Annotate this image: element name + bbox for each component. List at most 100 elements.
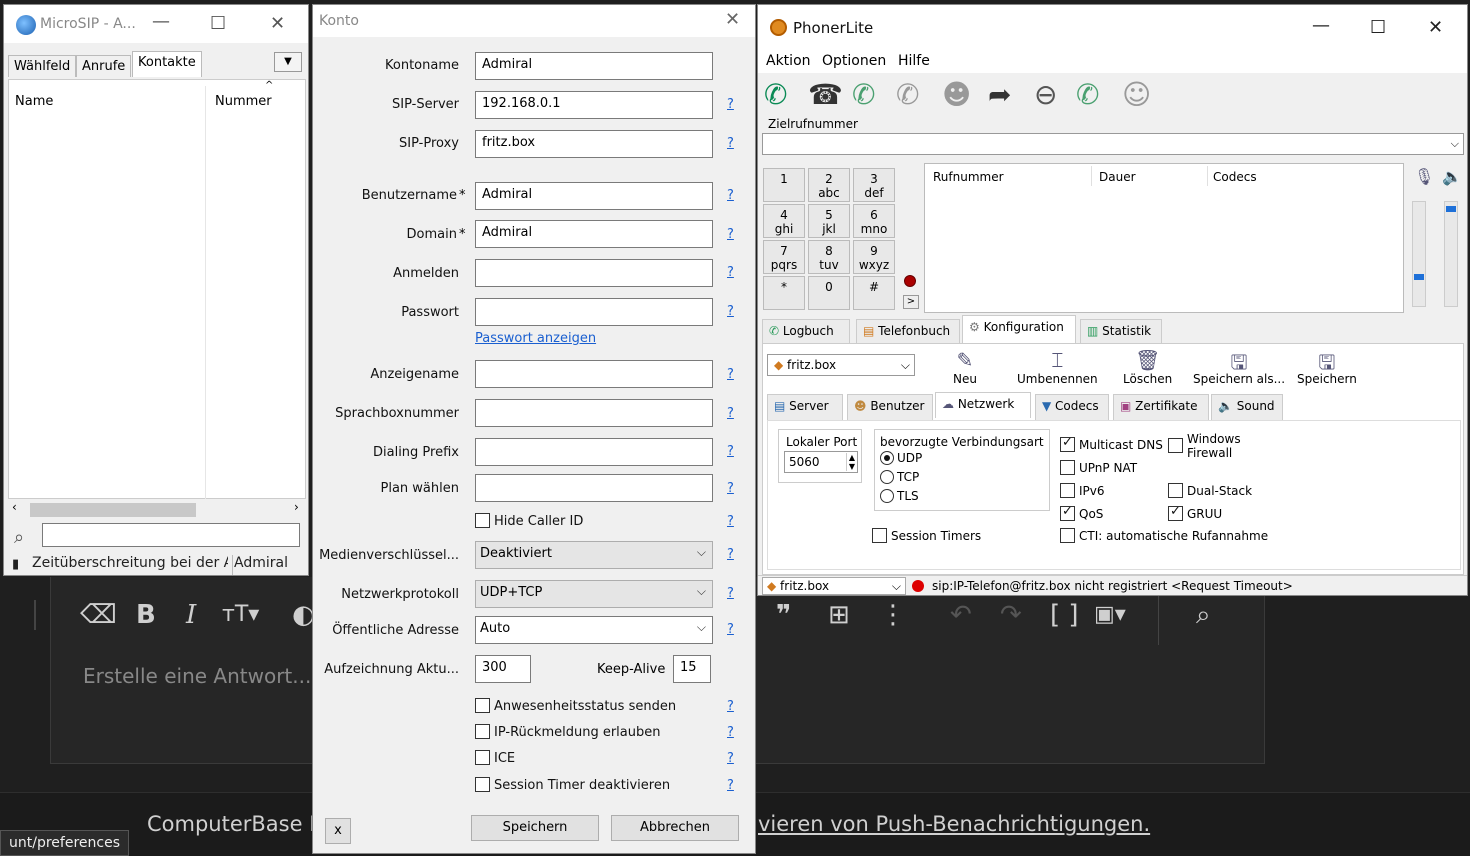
checkbox-box[interactable] [1060, 435, 1075, 452]
dual-stack-checkbox[interactable]: Dual-Stack [1168, 483, 1252, 498]
kontoname-field[interactable]: Admiral [475, 52, 713, 80]
qos-checkbox[interactable]: QoS [1060, 504, 1103, 521]
help-medien[interactable]: ? [727, 547, 734, 562]
umbenennen-button[interactable]: ⌶ Umbenennen [1017, 348, 1098, 386]
preview-icon[interactable]: ⌕ [1196, 598, 1211, 632]
italic-icon[interactable]: I [186, 598, 196, 632]
neu-button[interactable]: ✎ Neu [953, 348, 977, 386]
eraser-icon[interactable]: ⌫ [80, 598, 117, 632]
column-header-dauer[interactable]: Dauer [1099, 170, 1136, 184]
column-header-codecs[interactable]: Codecs [1213, 170, 1257, 184]
radio-button[interactable] [880, 470, 894, 484]
search-input[interactable] [42, 523, 300, 547]
help-ice[interactable]: ? [727, 751, 734, 766]
more-icon[interactable]: ⋮ [880, 598, 906, 632]
help-anzeigename[interactable]: ? [727, 367, 734, 382]
benutzername-field[interactable]: Admiral [475, 182, 713, 210]
column-header-name[interactable]: Name [15, 94, 53, 109]
column-header-rufnummer[interactable]: Rufnummer [933, 170, 1004, 184]
upnp-nat-checkbox[interactable]: UPnP NAT [1060, 460, 1137, 475]
key-1[interactable]: 1 [763, 168, 805, 202]
cancel-button[interactable]: Abbrechen [611, 815, 739, 841]
session-timers-checkbox[interactable]: Session Timers [872, 528, 981, 543]
checkbox-box[interactable] [475, 750, 490, 765]
ice-checkbox[interactable]: ICE [475, 750, 515, 766]
keep-alive-field[interactable]: 15 [673, 655, 711, 683]
radio-tls[interactable]: TLS [880, 489, 919, 503]
maximize-icon[interactable]: ☐ [210, 13, 226, 34]
scroll-thumb[interactable] [30, 503, 196, 517]
close-icon[interactable]: ✕ [725, 9, 740, 30]
windows-firewall-checkbox[interactable]: Windows Firewall [1168, 432, 1241, 460]
subtab-codecs[interactable]: ▼ Codecs [1035, 394, 1109, 420]
dialing-prefix-field[interactable] [475, 438, 713, 466]
key-2[interactable]: 2 abc [808, 168, 850, 202]
menu-aktion[interactable]: Aktion [766, 53, 811, 69]
netzwerkprotokoll-select[interactable]: UDP+TCP ⌵ [475, 580, 713, 608]
key-8[interactable]: 8 tuv [808, 240, 850, 274]
show-password-link[interactable]: Passwort anzeigen [475, 331, 596, 346]
key-6[interactable]: 6 mno [853, 204, 895, 238]
help-domain[interactable]: ? [727, 227, 734, 242]
hold-icon[interactable]: ✆ [896, 77, 919, 113]
speaker-mute-icon[interactable]: 🔈 [1442, 167, 1462, 186]
reject-icon[interactable]: ⊖ [1034, 77, 1057, 113]
radio-button[interactable] [880, 489, 894, 503]
checkbox-box[interactable] [1168, 504, 1183, 521]
loeschen-button[interactable]: 🗑 Löschen [1123, 348, 1172, 386]
microphone-mute-icon[interactable]: 🎙 [1414, 167, 1434, 186]
multicast-dns-checkbox[interactable]: Multicast DNS [1060, 435, 1163, 452]
microphone-volume-slider[interactable] [1412, 201, 1426, 307]
tab-menu-dropdown-icon[interactable]: ▼ [274, 52, 302, 72]
sprachboxnummer-field[interactable] [475, 399, 713, 427]
contacts-list[interactable]: Name Nummer ^ [8, 79, 306, 500]
menu-hilfe[interactable]: Hilfe [898, 53, 930, 69]
help-ip-rueckmeldung[interactable]: ? [727, 725, 734, 740]
hide-caller-id-checkbox[interactable]: Hide Caller ID [475, 513, 583, 529]
scroll-left-icon[interactable]: ‹ [12, 500, 17, 514]
close-icon[interactable]: ✕ [270, 13, 285, 34]
key-star[interactable]: * [763, 276, 805, 310]
status-account-select[interactable]: ◆ fritz.box ⌵ [762, 577, 906, 595]
tab-anrufe[interactable]: Anrufe [76, 55, 132, 77]
anmelden-field[interactable] [475, 259, 713, 287]
tab-logbuch[interactable]: ✆ Logbuch [762, 319, 850, 345]
column-header-number[interactable]: Nummer [215, 94, 272, 109]
scroll-right-icon[interactable]: › [294, 500, 299, 514]
subtab-benutzer[interactable]: ☻ Benutzer [847, 394, 933, 420]
checkbox-box[interactable] [1060, 504, 1075, 521]
checkbox-box[interactable] [1060, 528, 1075, 543]
key-0[interactable]: 0 [808, 276, 850, 310]
zielrufnummer-input[interactable]: ⌵ [762, 133, 1464, 155]
bold-icon[interactable]: B [136, 598, 156, 632]
tab-waehlfeld[interactable]: Wählfeld [8, 55, 77, 77]
sip-proxy-field[interactable]: fritz.box [475, 130, 713, 158]
passwort-field[interactable] [475, 298, 713, 326]
key-5[interactable]: 5 jkl [808, 204, 850, 238]
text-size-icon[interactable]: тT▾ [222, 598, 259, 632]
speichern-als-button[interactable]: 🖫 Speichern als... [1193, 348, 1285, 386]
help-benutzername[interactable]: ? [727, 188, 734, 203]
delete-account-button[interactable]: x [325, 818, 351, 844]
ipv6-checkbox[interactable]: IPv6 [1060, 483, 1105, 498]
medienverschluesselung-select[interactable]: Deaktiviert ⌵ [475, 541, 713, 569]
tab-konfiguration[interactable]: ⚙ Konfiguration [962, 315, 1076, 345]
minimize-icon[interactable]: — [152, 11, 170, 32]
aufzeichnung-field[interactable]: 300 [475, 655, 531, 683]
help-netzwerkprotokoll[interactable]: ? [727, 586, 734, 601]
callback-icon[interactable]: ✆ [1076, 77, 1099, 113]
gruu-checkbox[interactable]: GRUU [1168, 504, 1222, 521]
table-icon[interactable]: ⊞ [828, 598, 850, 632]
tab-telefonbuch[interactable]: ▤ Telefonbuch [856, 319, 960, 345]
spinner-arrows-icon[interactable]: ▲ ▼ [845, 453, 855, 471]
keypad-expand-button[interactable]: > [903, 295, 919, 309]
subtab-server[interactable]: ▤ Server [767, 394, 843, 420]
checkbox-box[interactable] [1060, 483, 1075, 498]
help-oeffentliche-adresse[interactable]: ? [727, 622, 734, 637]
key-hash[interactable]: # [853, 276, 895, 310]
help-anmelden[interactable]: ? [727, 265, 734, 280]
mute-icon[interactable]: ☺ [1122, 77, 1151, 113]
subtab-netzwerk[interactable]: ☁ Netzwerk [935, 392, 1031, 418]
help-sprachbox[interactable]: ? [727, 406, 734, 421]
maximize-icon[interactable]: ☐ [1370, 17, 1386, 38]
